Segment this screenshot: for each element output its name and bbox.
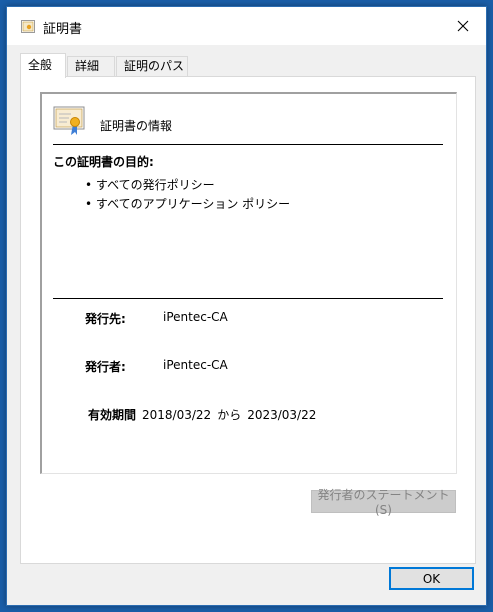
close-button[interactable] [440, 7, 486, 45]
list-item: すべての発行ポリシー [85, 176, 290, 195]
tab-panel-general: 証明書の情報 この証明書の目的: すべての発行ポリシー すべてのアプリケーション… [20, 76, 476, 564]
valid-from-date: 2018/03/22 [142, 408, 212, 422]
issued-by-label: 発行者: [85, 360, 126, 374]
purpose-list: すべての発行ポリシー すべてのアプリケーション ポリシー [85, 176, 290, 214]
valid-to-date: 2023/03/22 [247, 408, 317, 422]
issuer-statement-button[interactable]: 発行者のステートメント(S) [311, 488, 456, 517]
tab-general[interactable]: 全般 [20, 53, 66, 78]
issued-to-value: iPentec-CA [163, 310, 228, 324]
certificate-dialog: 証明書 全般 詳細 証明のパス 証明書の情報 この証明書の目的: • すべての発… [6, 6, 487, 606]
section-title: 証明書の情報 [100, 119, 173, 133]
tab-certification-path[interactable]: 証明のパス [116, 56, 188, 77]
valid-from-to: から [217, 408, 242, 422]
certificate-info-box: 証明書の情報 この証明書の目的: すべての発行ポリシー すべてのアプリケーション… [40, 92, 457, 474]
certificate-icon [21, 20, 35, 33]
title-bar: 証明書 [7, 7, 486, 45]
ok-button[interactable]: OK [389, 567, 474, 590]
validity-period: 有効期間 2018/03/22 から 2023/03/22 [88, 406, 316, 423]
issued-to-label: 発行先: [85, 312, 126, 326]
tab-details[interactable]: 詳細 [67, 56, 115, 77]
certificate-ribbon-icon [53, 106, 85, 135]
divider [53, 298, 443, 299]
purpose-title: この証明書の目的: [53, 155, 154, 169]
close-icon [457, 20, 469, 32]
window-title: 証明書 [43, 22, 83, 37]
list-item: すべてのアプリケーション ポリシー [85, 195, 290, 214]
divider [53, 144, 443, 145]
validity-label: 有効期間 [88, 408, 137, 422]
issued-by-value: iPentec-CA [163, 358, 228, 372]
